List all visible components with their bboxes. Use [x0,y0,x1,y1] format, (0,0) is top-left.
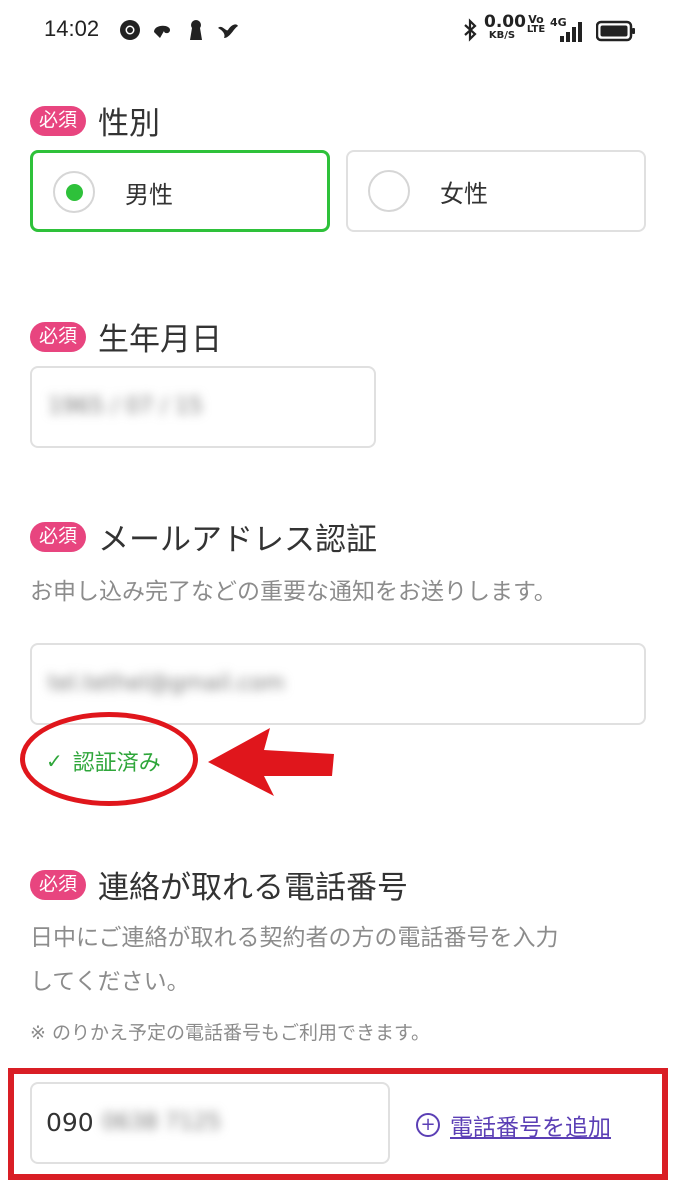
battery-icon [596,20,635,42]
gender-label: 必須 性別 [30,98,160,143]
birthdate-input[interactable]: 1965 / 07 / 15 [30,366,376,448]
keyhole-icon [190,20,202,40]
email-label-text: メールアドレス認証 [98,522,378,558]
app-icon [154,25,170,38]
network-speed: 0.00 KB/S [484,12,526,41]
required-badge: 必須 [30,105,87,136]
plus-circle-icon: + [416,1113,440,1137]
phone-note: ※ のりかえ予定の電話番号もご利用できます。 [30,1022,431,1044]
email-label: 必須 メールアドレス認証 [30,514,377,559]
phone-value: 0638 7125 [102,1110,221,1135]
annotation-circle [20,712,198,806]
radio-button[interactable] [368,170,410,212]
volte-indicator: Vo LTE [526,13,546,35]
bluetooth-icon [464,18,477,42]
required-badge: 必須 [30,869,87,900]
chrome-icon [120,20,140,40]
phone-value-prefix: 090 [46,1108,94,1137]
email-description: お申し込み完了などの重要な通知をお送りします。 [30,579,557,605]
phone-label: 必須 連絡が取れる電話番号 [30,862,408,907]
add-phone-link[interactable]: + 電話番号を追加 [416,1108,611,1142]
birthdate-label-text: 生年月日 [98,322,223,358]
birthdate-value: 1965 / 07 / 15 [48,394,203,419]
status-time: 14:02 [44,16,100,41]
birthdate-label: 必須 生年月日 [30,314,222,359]
required-badge: 必須 [30,521,87,552]
app-icon [218,24,238,38]
phone-label-text: 連絡が取れる電話番号 [98,870,409,906]
signal-icon: 4G [548,14,586,42]
add-phone-text: 電話番号を追加 [450,1115,611,1141]
gender-label-text: 性別 [98,106,161,142]
status-bar: 14:02 0.00 KB/S Vo LTE 4G [0,0,676,60]
phone-description: 日中にご連絡が取れる契約者の方の電話番号を入力 してください。 [30,925,559,995]
gender-option-label: 男性 [125,181,173,209]
gender-option-label: 女性 [440,180,488,208]
radio-button-selected[interactable] [53,171,95,213]
annotation-arrow-icon [208,728,334,796]
gender-option-male[interactable]: 男性 [30,150,330,232]
gender-option-female[interactable]: 女性 [346,150,646,232]
required-badge: 必須 [30,321,87,352]
phone-input[interactable]: 090 0638 7125 [30,1082,390,1164]
email-value: tel.tethel@gmail.com [48,671,285,696]
